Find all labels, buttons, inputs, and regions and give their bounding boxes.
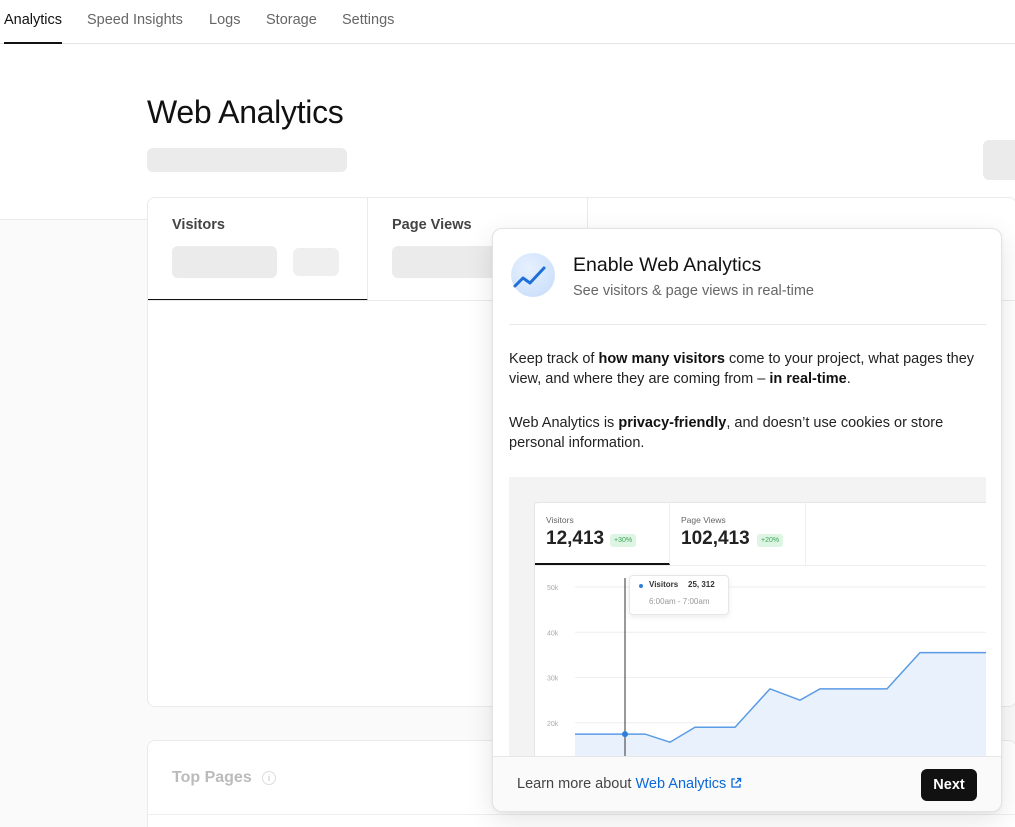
next-button[interactable]: Next [921,769,977,801]
y-tick-label: 50k [547,585,559,592]
info-icon[interactable]: i [262,771,276,785]
privacy-paragraph: Web Analytics is privacy-friendly, and d… [509,413,989,453]
top-nav: Analytics Speed Insights Logs Storage Se… [0,0,1015,44]
learn-more-text: Learn more about Web Analytics [517,776,742,793]
metric-tab-visitors[interactable]: Visitors [148,198,368,301]
value-skeleton [172,246,277,278]
action-skeleton [983,140,1015,180]
popover-footer: Learn more about Web Analytics Next [493,756,1001,811]
y-tick-label: 40k [547,630,559,637]
tab-analytics[interactable]: Analytics [4,0,63,44]
badge-skeleton [293,248,339,276]
tab-settings[interactable]: Settings [342,0,394,44]
card-divider [148,814,1015,815]
bold-text: privacy-friendly [618,415,727,431]
preview-card: Visitors 12,413 +30% Page Views 102,413 … [534,502,986,757]
y-tick-label: 30k [547,676,559,683]
top-pages-title: Top Pages [172,769,252,786]
bold-text: in real-time [769,371,847,387]
value-skeleton [392,246,497,278]
enable-analytics-popover: Enable Web Analytics See visitors & page… [492,228,1002,812]
chart-cursor-dot [622,731,628,738]
web-analytics-link[interactable]: Web Analytics [636,776,727,792]
page-header: Web Analytics [0,44,1015,220]
bold-text: how many visitors [598,351,725,367]
description-paragraph: Keep track of how many visitors come to … [509,349,989,389]
text: Web Analytics is [509,415,619,431]
subtitle-skeleton [147,148,347,172]
tooltip-time: 6:00am - 7:00am [649,597,710,606]
text: Keep track of [509,351,599,367]
trend-chart-icon [511,253,555,297]
tab-logs[interactable]: Logs [209,0,240,44]
metric-tab-label: Page Views [392,217,472,233]
popover-title: Enable Web Analytics [573,254,762,276]
popover-divider [509,324,986,325]
metric-tab-label: Visitors [172,217,225,233]
tab-speed-insights[interactable]: Speed Insights [87,0,183,44]
text: . [846,371,851,387]
page-title: Web Analytics [147,94,344,130]
text: Learn more about [517,776,636,792]
tab-storage[interactable]: Storage [266,0,317,44]
tooltip-value: 25, 312 [688,580,715,589]
analytics-preview: Visitors 12,413 +30% Page Views 102,413 … [509,477,986,757]
series-dot [639,584,643,588]
preview-chart: 50k 40k 30k 20k [547,578,986,757]
chart-area-fill [575,652,986,757]
external-link-icon[interactable] [730,777,742,793]
y-tick-label: 20k [547,721,559,728]
chart-tooltip: Visitors 25, 312 6:00am - 7:00am [629,575,729,615]
tooltip-series: Visitors [649,580,679,589]
popover-subtitle: See visitors & page views in real-time [573,283,814,299]
